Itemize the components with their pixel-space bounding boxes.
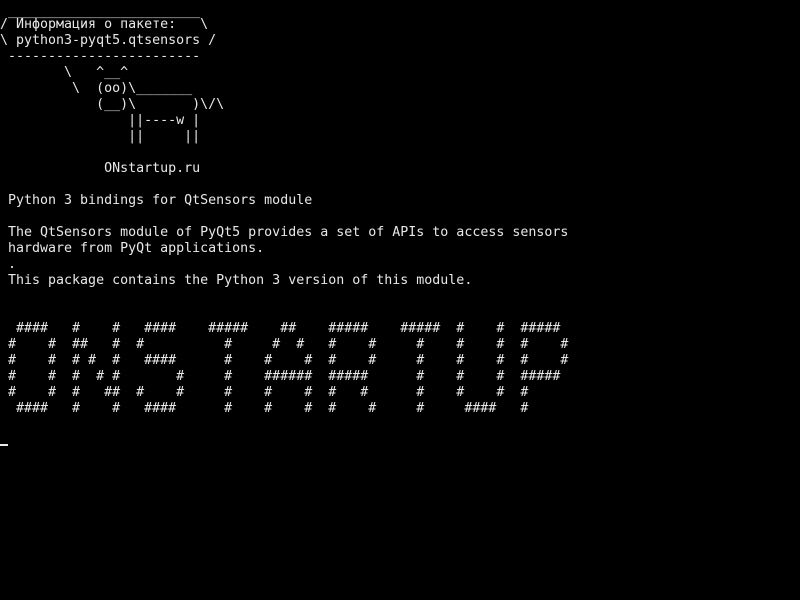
cow-art-line: || || [0, 129, 201, 144]
speech-bubble-package: \ python3-pyqt5.qtsensors / [0, 33, 217, 48]
package-summary: Python 3 bindings for QtSensors module [0, 193, 313, 208]
cow-art-line: \ (oo)\_______ [0, 81, 193, 96]
banner-line: # # # # # # # ###### ##### # # # ##### [0, 369, 561, 384]
site-label: ONstartup.ru [0, 161, 201, 176]
terminal-screen[interactable]: ________________________ / Информация о … [0, 0, 800, 600]
speech-bubble-bottom: ------------------------ [0, 49, 201, 64]
description-line: . [0, 257, 17, 272]
banner-line: # # # # # #### # # # # # # # # # # [0, 353, 569, 368]
cow-art-line: (__)\ )\/\ [0, 97, 225, 112]
cow-art-line: ||----w | [0, 113, 201, 128]
banner-line: #### # # #### # # # # # # #### # [0, 401, 529, 416]
description-line: The QtSensors module of PyQt5 provides a… [0, 225, 569, 240]
text-cursor [0, 444, 8, 446]
banner-line: # # # ## # # # # # # # # # # # [0, 385, 529, 400]
speech-bubble-title: / Информация о пакете: \ [0, 17, 209, 32]
description-line: hardware from PyQt applications. [0, 241, 265, 256]
banner-line: #### # # #### ##### ## ##### ##### # # #… [0, 321, 561, 336]
banner-line: # # ## # # # # # # # # # # # # [0, 337, 569, 352]
description-line: This package contains the Python 3 versi… [0, 273, 473, 288]
cow-art-line: \ ^__^ [0, 65, 129, 80]
